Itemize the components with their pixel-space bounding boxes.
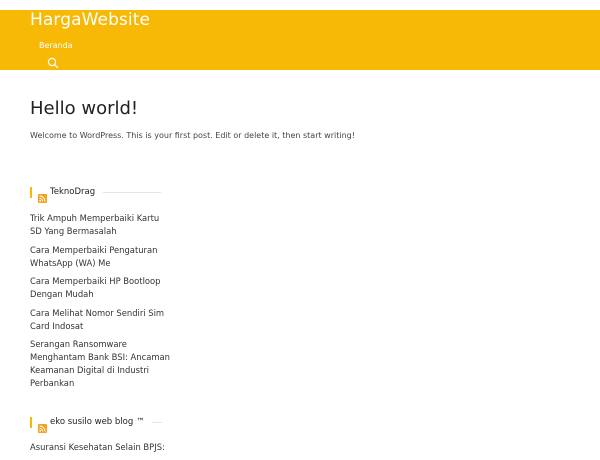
widget-accent-bar [30, 416, 32, 428]
site-header: HargaWebsite Beranda [0, 10, 600, 70]
widget-title-teknodrag: TeknoDrag [30, 186, 162, 203]
post-content: Welcome to WordPress. This is your first… [30, 131, 355, 140]
widget-divider [103, 191, 162, 193]
widget-title-label[interactable]: eko susilo web blog ™ [50, 417, 144, 427]
feed-item[interactable]: Serangan Ransomware Menghantam Bank BSI:… [30, 338, 170, 390]
search-icon[interactable] [47, 54, 59, 69]
widget-accent-bar [30, 186, 32, 198]
rss-icon[interactable] [38, 418, 47, 433]
rss-icon[interactable] [38, 188, 47, 203]
site-title-link[interactable]: HargaWebsite [30, 10, 150, 30]
feed-item[interactable]: Cara Memperbaiki Pengaturan WhatsApp (WA… [30, 244, 170, 270]
widget-title-eko-susilo: eko susilo web blog ™ [30, 416, 163, 433]
top-strip [0, 0, 600, 10]
widget-title-label[interactable]: TeknoDrag [50, 187, 95, 197]
post-title[interactable]: Hello world! [30, 98, 138, 119]
feed-item[interactable]: Cara Melihat Nomor Sendiri Sim Card Indo… [30, 307, 170, 333]
feed-list-teknodrag: Trik Ampuh Memperbaiki Kartu SD Yang Ber… [30, 212, 170, 396]
widget-divider [152, 421, 163, 423]
feed-list-eko-susilo: Asuransi Kesehatan Selain BPJS: [30, 441, 170, 460]
nav-item-home[interactable]: Beranda [39, 41, 73, 50]
feed-item[interactable]: Trik Ampuh Memperbaiki Kartu SD Yang Ber… [30, 212, 170, 238]
feed-item[interactable]: Asuransi Kesehatan Selain BPJS: [30, 441, 170, 454]
feed-item[interactable]: Cara Memperbaiki HP Bootloop Dengan Muda… [30, 275, 170, 301]
